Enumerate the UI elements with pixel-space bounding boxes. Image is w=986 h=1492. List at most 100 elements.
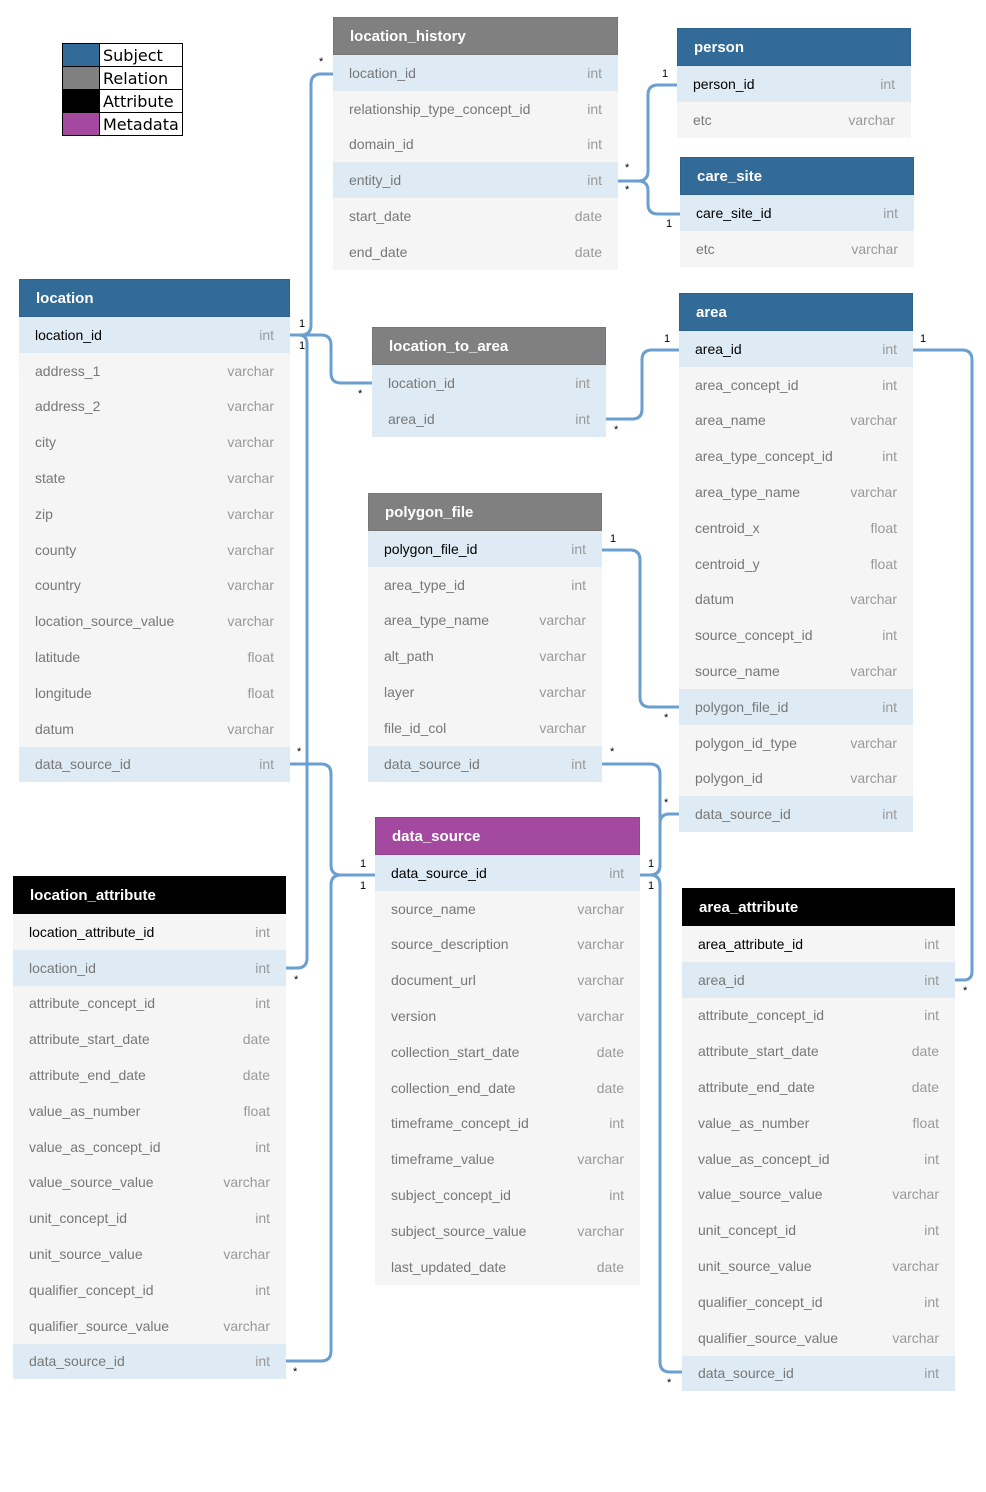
column-row[interactable]: attribute_end_date date xyxy=(682,1069,955,1105)
column-row[interactable]: area_name varchar xyxy=(679,402,913,439)
table-header[interactable]: area_attribute xyxy=(682,888,955,926)
column-row[interactable]: latitude float xyxy=(19,639,290,675)
table-polygon-file[interactable]: polygon_file polygon_file_id int area_type_… xyxy=(368,493,602,782)
column-row[interactable]: unit_source_value varchar xyxy=(13,1236,286,1272)
table-location-history[interactable]: location_history location_id int relationsh… xyxy=(333,17,618,270)
column-row[interactable]: source_name varchar xyxy=(679,653,913,689)
column-row[interactable]: collection_start_date date xyxy=(375,1033,640,1070)
column-row[interactable]: area_id int xyxy=(679,331,913,367)
column-row[interactable]: attribute_end_date date xyxy=(13,1057,286,1093)
table-location-attribute[interactable]: location_attribute location_attribute_id i… xyxy=(13,876,286,1380)
table-area[interactable]: area area_id int area_concept_id int area_nam… xyxy=(679,293,913,833)
table-area-attribute[interactable]: area_attribute area_attribute_id int area_i… xyxy=(682,888,955,1392)
column-row[interactable]: area_concept_id int xyxy=(679,366,913,403)
column-row[interactable]: location_id int xyxy=(19,317,290,353)
column-row[interactable]: area_type_id int xyxy=(368,566,602,603)
column-row[interactable]: person_id int xyxy=(677,66,911,102)
column-row[interactable]: value_source_value varchar xyxy=(682,1176,955,1213)
column-row[interactable]: attribute_concept_id int xyxy=(13,985,286,1022)
column-row[interactable]: area_attribute_id int xyxy=(682,926,955,962)
table-header[interactable]: location_to_area xyxy=(372,327,606,365)
column-row[interactable]: value_as_concept_id int xyxy=(682,1140,955,1177)
column-row[interactable]: version varchar xyxy=(375,998,640,1034)
column-row[interactable]: location_id int xyxy=(13,949,286,986)
table-data-source[interactable]: data_source data_source_id int source_name v… xyxy=(375,817,640,1285)
column-row[interactable]: data_source_id int xyxy=(368,745,602,782)
table-care-site[interactable]: care_site care_site_id int etc varchar xyxy=(680,157,914,267)
table-location[interactable]: location location_id int address_1 varchar ad… xyxy=(19,279,290,783)
column-row[interactable]: state varchar xyxy=(19,460,290,496)
column-row[interactable]: source_concept_id int xyxy=(679,617,913,654)
column-row[interactable]: document_url varchar xyxy=(375,962,640,999)
table-person[interactable]: person person_id int etc varchar xyxy=(677,28,911,138)
table-location-to-area[interactable]: location_to_area location_id int area_id int xyxy=(372,327,606,437)
column-row[interactable]: data_source_id int xyxy=(682,1355,955,1392)
column-row[interactable]: data_source_id int xyxy=(13,1343,286,1380)
table-header[interactable]: person xyxy=(677,28,911,66)
column-row[interactable]: value_as_concept_id int xyxy=(13,1128,286,1165)
column-row[interactable]: value_as_number float xyxy=(13,1092,286,1129)
column-row[interactable]: centroid_y float xyxy=(679,545,913,582)
column-row[interactable]: domain_id int xyxy=(333,126,618,163)
column-row[interactable]: value_as_number float xyxy=(682,1104,955,1141)
column-row[interactable]: polygon_file_id int xyxy=(368,531,602,567)
column-row[interactable]: address_1 varchar xyxy=(19,352,290,389)
column-row[interactable]: datum varchar xyxy=(19,710,290,747)
column-row[interactable]: country varchar xyxy=(19,567,290,604)
column-row[interactable]: zip varchar xyxy=(19,495,290,532)
column-row[interactable]: polygon_id_type varchar xyxy=(679,724,913,761)
column-row[interactable]: etc varchar xyxy=(677,101,911,138)
column-row[interactable]: collection_end_date date xyxy=(375,1069,640,1106)
column-row[interactable]: source_name varchar xyxy=(375,890,640,927)
table-header[interactable]: data_source xyxy=(375,817,640,855)
column-row[interactable]: location_attribute_id int xyxy=(13,914,286,950)
column-row[interactable]: location_id int xyxy=(372,365,606,401)
column-row[interactable]: timeframe_value varchar xyxy=(375,1141,640,1178)
table-header[interactable]: area xyxy=(679,293,913,331)
column-row[interactable]: address_2 varchar xyxy=(19,388,290,425)
column-row[interactable]: qualifier_concept_id int xyxy=(682,1283,955,1320)
table-header[interactable]: location_history xyxy=(333,17,618,55)
column-row[interactable]: qualifier_source_value varchar xyxy=(13,1307,286,1344)
column-row[interactable]: polygon_file_id int xyxy=(679,688,913,725)
column-row[interactable]: unit_source_value varchar xyxy=(682,1248,955,1284)
column-row[interactable]: polygon_id varchar xyxy=(679,760,913,797)
column-row[interactable]: last_updated_date date xyxy=(375,1248,640,1285)
column-row[interactable]: file_id_col varchar xyxy=(368,709,602,746)
column-row[interactable]: timeframe_concept_id int xyxy=(375,1105,640,1142)
table-header[interactable]: location xyxy=(19,279,290,317)
column-row[interactable]: attribute_start_date date xyxy=(682,1033,955,1070)
column-row[interactable]: centroid_x float xyxy=(679,509,913,546)
column-row[interactable]: area_type_concept_id int xyxy=(679,438,913,475)
column-row[interactable]: area_type_name varchar xyxy=(368,602,602,639)
column-row[interactable]: etc varchar xyxy=(680,230,914,267)
column-row[interactable]: area_id int xyxy=(682,961,955,998)
column-row[interactable]: subject_concept_id int xyxy=(375,1177,640,1213)
column-row[interactable]: start_date date xyxy=(333,198,618,234)
column-row[interactable]: city varchar xyxy=(19,424,290,461)
column-row[interactable]: data_source_id int xyxy=(679,796,913,833)
column-row[interactable]: attribute_concept_id int xyxy=(682,997,955,1034)
table-header[interactable]: care_site xyxy=(680,157,914,195)
column-row[interactable]: end_date date xyxy=(333,233,618,270)
column-row[interactable]: source_description varchar xyxy=(375,926,640,963)
table-header[interactable]: location_attribute xyxy=(13,876,286,914)
column-row[interactable]: relationship_type_concept_id int xyxy=(333,90,618,127)
column-row[interactable]: value_source_value varchar xyxy=(13,1164,286,1201)
column-row[interactable]: datum varchar xyxy=(679,581,913,618)
column-row[interactable]: unit_concept_id int xyxy=(13,1200,286,1237)
column-row[interactable]: entity_id int xyxy=(333,162,618,199)
column-row[interactable]: county varchar xyxy=(19,531,290,568)
column-row[interactable]: location_id int xyxy=(333,55,618,91)
column-row[interactable]: care_site_id int xyxy=(680,195,914,231)
column-row[interactable]: subject_source_value varchar xyxy=(375,1212,640,1249)
column-row[interactable]: alt_path varchar xyxy=(368,638,602,675)
column-row[interactable]: layer varchar xyxy=(368,674,602,710)
column-row[interactable]: area_id int xyxy=(372,400,606,437)
column-row[interactable]: qualifier_source_value varchar xyxy=(682,1319,955,1356)
column-row[interactable]: attribute_start_date date xyxy=(13,1021,286,1058)
column-row[interactable]: location_source_value varchar xyxy=(19,603,290,640)
column-row[interactable]: data_source_id int xyxy=(375,855,640,891)
column-row[interactable]: unit_concept_id int xyxy=(682,1212,955,1249)
column-row[interactable]: qualifier_concept_id int xyxy=(13,1271,286,1308)
